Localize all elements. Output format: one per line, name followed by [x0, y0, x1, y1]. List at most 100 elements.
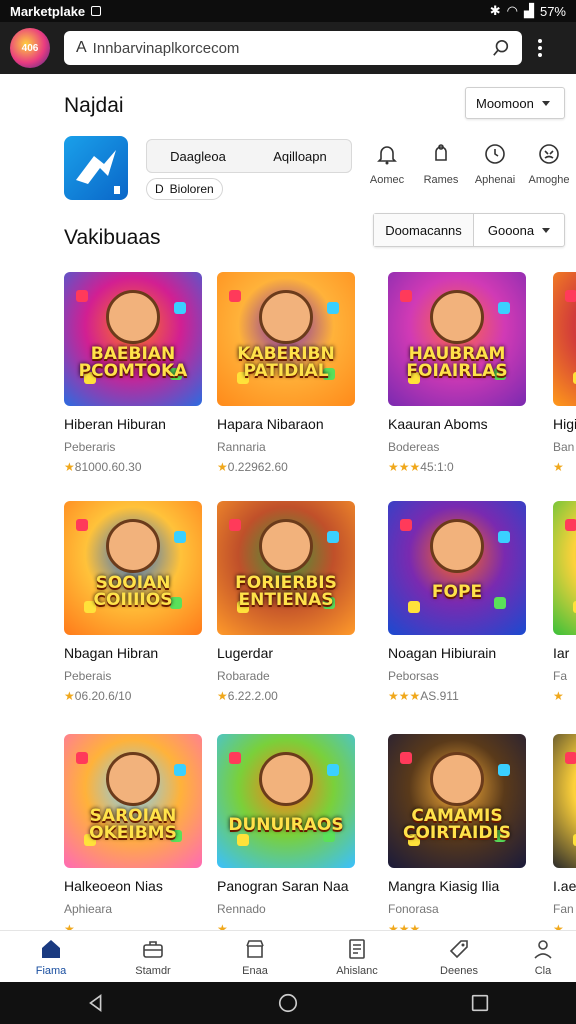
game-developer: Rannaria	[217, 440, 266, 454]
game-title[interactable]: Mangra Kiasig Ilia	[388, 878, 528, 894]
tab-featured-2[interactable]: Aqilloapn	[249, 140, 351, 172]
game-thumbnail[interactable]: DUNUIRAOS	[217, 734, 355, 868]
rating-value: 06.20.6/10	[74, 689, 132, 703]
game-rating: ★★★AS.911	[388, 689, 528, 703]
nav-item[interactable]: Deenes	[408, 931, 510, 982]
menu-kebab-icon[interactable]	[538, 39, 542, 57]
category-item[interactable]: Rames	[414, 142, 468, 186]
search-icon[interactable]	[492, 39, 510, 57]
game-card[interactable]: HAUBRAM FOIAIRLAS Kaauran Aboms Bodereas ★★…	[388, 272, 528, 474]
game-title[interactable]: Halkeoeon Nias	[64, 878, 204, 894]
tag-icon	[449, 939, 468, 958]
candy-decoration	[76, 752, 88, 764]
character-art	[430, 519, 484, 573]
game-title[interactable]: Higi	[553, 416, 576, 432]
game-thumbnail[interactable]	[553, 734, 576, 868]
nav-item[interactable]: Ahislanc	[306, 931, 408, 982]
game-art-title: FOPE	[431, 581, 483, 602]
game-rating: ★★★45:1:0	[388, 460, 528, 474]
game-rating: ★0.22962.60	[217, 460, 357, 474]
game-developer: Fonorasa	[388, 902, 439, 916]
nav-item[interactable]: Fiama	[0, 931, 102, 982]
wifi-icon: ◠	[506, 3, 518, 18]
game-card[interactable]: BAEBIAN PCOMTOKA Hiberan Hiburan Peberaris…	[64, 272, 204, 474]
game-thumbnail[interactable]	[553, 501, 576, 635]
category-item[interactable]: Aphenai	[468, 142, 522, 186]
category-item[interactable]: Amoghe	[522, 142, 576, 186]
game-title[interactable]: Panogran Saran Naa	[217, 878, 357, 894]
recents-icon[interactable]	[469, 992, 491, 1014]
url-text[interactable]: Innbarvinaplkorcecom	[93, 40, 492, 57]
game-developer: Fan	[553, 902, 574, 916]
game-card[interactable]: FOPE Noagan Hibiurain Peborsas ★★★AS.911	[388, 501, 528, 703]
game-title[interactable]: Hiberan Hiburan	[64, 416, 204, 432]
sort-dropdown[interactable]: Moomoon	[465, 87, 565, 119]
star-icon: ★	[217, 689, 228, 703]
game-thumbnail[interactable]: FORIERBIS ENTIENAS	[217, 501, 355, 635]
game-thumbnail[interactable]: SOOIAN COIIIIOS	[64, 501, 202, 635]
game-card[interactable]: Higi Ban ★	[553, 272, 576, 474]
filter-right[interactable]: Gooona	[474, 214, 564, 246]
game-rating: ★6.22.2.00	[217, 689, 357, 703]
game-thumbnail[interactable]: CAMAMIS COIRTAIDIS	[388, 734, 526, 868]
game-title[interactable]: Lugerdar	[217, 645, 357, 661]
candy-decoration	[327, 531, 339, 543]
candy-decoration	[565, 519, 576, 531]
home-circle-icon[interactable]	[277, 992, 299, 1014]
game-rating: ★	[64, 922, 204, 930]
game-rating: ★	[553, 460, 576, 474]
game-card[interactable]: I.ae Fan ★	[553, 734, 576, 930]
star-icon: ★	[64, 689, 75, 703]
game-card[interactable]: CAMAMIS COIRTAIDIS Mangra Kiasig Ilia Fono…	[388, 734, 528, 930]
text-size-icon[interactable]: A	[76, 39, 87, 57]
game-card[interactable]: FORIERBIS ENTIENAS Lugerdar Robarade ★6.22.…	[217, 501, 357, 703]
section-title-games: Vakibuaas	[64, 226, 161, 249]
rating-value: AS.911	[420, 689, 459, 703]
game-card[interactable]: KABERIBN PATIDIAL Hapara Nibaraon Rannaria…	[217, 272, 357, 474]
game-thumbnail[interactable]: KABERIBN PATIDIAL	[217, 272, 355, 406]
app-logo[interactable]: 406	[10, 28, 50, 68]
back-icon[interactable]	[85, 992, 107, 1014]
featured-tabs: Daagleoa Aqilloapn	[146, 139, 352, 173]
nav-item[interactable]: Stamdr	[102, 931, 204, 982]
game-thumbnail[interactable]: FOPE	[388, 501, 526, 635]
game-rating: ★	[217, 922, 357, 930]
tab-featured-1[interactable]: Daagleoa	[147, 140, 249, 172]
featured-chip[interactable]: D Bioloren	[146, 178, 223, 200]
game-title[interactable]: Kaauran Aboms	[388, 416, 528, 432]
nav-item[interactable]: Enaa	[204, 931, 306, 982]
category-item[interactable]: Aomec	[360, 142, 414, 186]
game-developer: Aphieara	[64, 902, 113, 916]
star-icon: ★	[64, 922, 75, 930]
game-rating: ★★★	[388, 922, 528, 930]
browser-bar: 406 A Innbarvinaplkorcecom	[0, 22, 576, 74]
bell-alt-icon	[435, 144, 447, 161]
star-icon: ★	[64, 460, 75, 474]
game-card[interactable]: SAROIAN OKEIBMS Halkeoeon Nias Aphieara ★	[64, 734, 204, 930]
game-title[interactable]: I.ae	[553, 878, 576, 894]
url-bar[interactable]: A Innbarvinaplkorcecom	[64, 31, 522, 65]
character-art	[430, 290, 484, 344]
game-title[interactable]: Hapara Nibaraon	[217, 416, 357, 432]
game-thumbnail[interactable]: BAEBIAN PCOMTOKA	[64, 272, 202, 406]
filter-left[interactable]: Doomacanns	[374, 214, 474, 246]
game-card[interactable]: SOOIAN COIIIIOS Nbagan Hibran Peberais ★06.…	[64, 501, 204, 703]
game-thumbnail[interactable]: SAROIAN OKEIBMS	[64, 734, 202, 868]
game-title[interactable]: Iar	[553, 645, 576, 661]
featured-app-icon[interactable]	[64, 136, 128, 200]
game-title[interactable]: Nbagan Hibran	[64, 645, 204, 661]
candy-decoration	[498, 764, 510, 776]
game-card[interactable]: DUNUIRAOS Panogran Saran Naa Rennado ★	[217, 734, 357, 930]
game-title[interactable]: Noagan Hibiurain	[388, 645, 528, 661]
featured-logo-icon	[76, 150, 120, 194]
game-art-title: KABERIBN PATIDIAL	[237, 344, 335, 381]
character-art	[106, 752, 160, 806]
character-art	[259, 290, 313, 344]
chip-prefix: D	[155, 182, 164, 196]
nav-item[interactable]: Cla	[510, 931, 576, 982]
home-icon	[42, 939, 60, 958]
game-thumbnail[interactable]: HAUBRAM FOIAIRLAS	[388, 272, 526, 406]
game-thumbnail[interactable]	[553, 272, 576, 406]
game-card[interactable]: Iar Fa ★	[553, 501, 576, 703]
briefcase-icon	[143, 940, 163, 958]
